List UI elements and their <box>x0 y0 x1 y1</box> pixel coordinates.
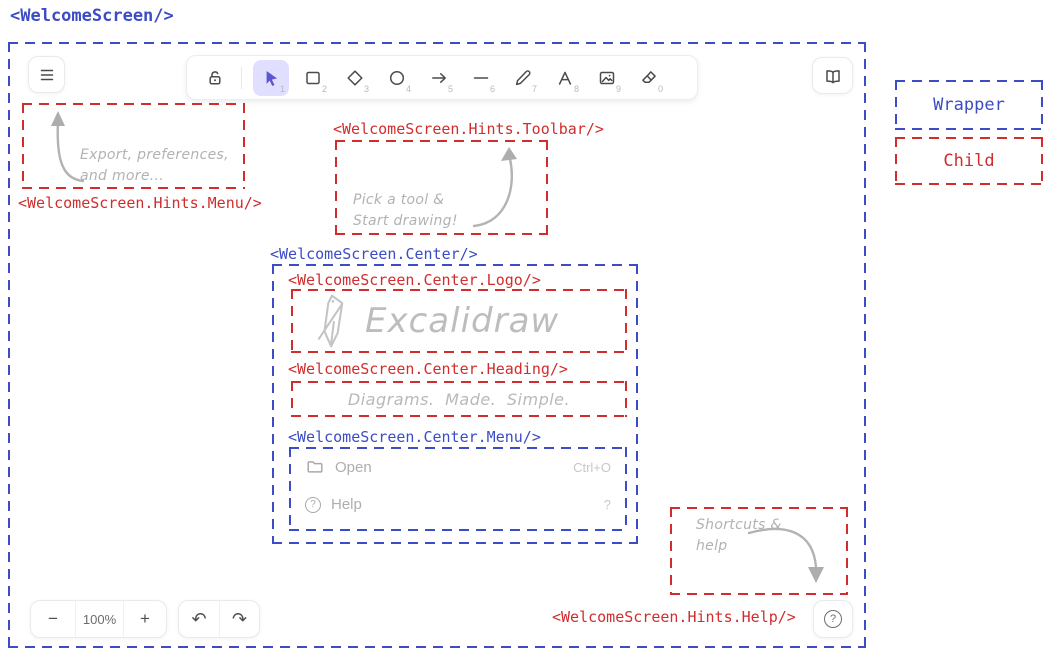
tool-badge: 9 <box>616 84 621 94</box>
redo-icon: ↷ <box>232 609 247 630</box>
center-menu-label: <WelcomeScreen.Center.Menu/> <box>288 428 541 446</box>
zoom-level-display[interactable]: 100% <box>75 601 123 637</box>
tool-badge: 4 <box>406 84 411 94</box>
tool-eraser[interactable]: 0 <box>631 60 667 96</box>
menu-item-shortcut: ? <box>604 497 611 512</box>
excalidraw-app-frame: 1 2 3 4 <box>8 42 866 648</box>
pencil-icon <box>513 68 533 88</box>
tool-diamond[interactable]: 3 <box>337 60 373 96</box>
center-logo-box: Excalidraw <box>291 289 627 353</box>
legend-child-box: Child <box>895 137 1043 185</box>
rectangle-icon <box>303 68 323 88</box>
text-tool-icon <box>555 68 575 88</box>
hints-help-box: Shortcuts & help <box>670 507 848 595</box>
logo-wordmark: Excalidraw <box>365 301 559 341</box>
undo-icon: ↶ <box>191 609 206 630</box>
hints-menu-box: Export, preferences, and more... <box>22 103 245 189</box>
welcome-screen-annotation-figure: <WelcomeScreen/> 1 <box>0 0 1053 661</box>
center-menu-box: Open Ctrl+O ? Help ? <box>289 447 627 531</box>
toolbar: 1 2 3 4 <box>186 55 698 100</box>
tool-draw[interactable]: 7 <box>505 60 541 96</box>
tool-text[interactable]: 8 <box>547 60 583 96</box>
tool-badge: 7 <box>532 84 537 94</box>
center-logo-label: <WelcomeScreen.Center.Logo/> <box>288 271 541 289</box>
tool-badge: 0 <box>658 84 663 94</box>
library-button[interactable] <box>812 57 853 94</box>
zoom-controls: − 100% + <box>30 600 167 638</box>
hand-drawn-arrow-down-icon <box>745 517 840 589</box>
tool-selection[interactable]: 1 <box>253 60 289 96</box>
hints-toolbar-box: Pick a tool & Start drawing! <box>335 140 548 235</box>
open-book-icon <box>823 66 843 86</box>
hamburger-icon <box>37 65 57 85</box>
menu-item-help[interactable]: ? Help ? <box>305 496 611 513</box>
lock-tool-button[interactable] <box>200 60 230 96</box>
plus-icon: + <box>140 609 150 629</box>
question-circle-icon: ? <box>305 497 321 513</box>
tool-rectangle[interactable]: 2 <box>295 60 331 96</box>
cursor-arrow-icon <box>261 68 281 88</box>
tool-badge: 6 <box>490 84 495 94</box>
tool-badge: 2 <box>322 84 327 94</box>
hints-menu-label: <WelcomeScreen.Hints.Menu/> <box>18 194 262 212</box>
redo-button[interactable]: ↷ <box>219 601 259 637</box>
history-controls: ↶ ↷ <box>178 600 260 638</box>
legend-wrapper-box: Wrapper <box>895 80 1043 130</box>
tool-image[interactable]: 9 <box>589 60 625 96</box>
toolbar-hint-text: Pick a tool & Start drawing! <box>353 190 458 232</box>
eraser-icon <box>639 68 659 88</box>
tool-badge: 5 <box>448 84 453 94</box>
tool-badge: 1 <box>280 84 285 94</box>
hints-toolbar-label: <WelcomeScreen.Hints.Toolbar/> <box>333 120 604 138</box>
line-icon <box>471 68 491 88</box>
menu-item-open[interactable]: Open Ctrl+O <box>305 457 611 477</box>
excalidraw-logo-icon <box>313 292 351 350</box>
hints-help-label: <WelcomeScreen.Hints.Help/> <box>552 608 796 626</box>
folder-open-icon <box>305 457 325 477</box>
minus-icon: − <box>48 609 58 629</box>
diamond-icon <box>345 68 365 88</box>
menu-hint-text: Export, preferences, and more... <box>80 145 229 187</box>
tool-ellipse[interactable]: 4 <box>379 60 415 96</box>
unlocked-padlock-icon <box>205 68 225 88</box>
menu-item-shortcut: Ctrl+O <box>573 460 611 475</box>
center-label: <WelcomeScreen.Center/> <box>270 245 478 263</box>
tool-arrow[interactable]: 5 <box>421 60 457 96</box>
image-icon <box>597 68 617 88</box>
root-component-label: <WelcomeScreen/> <box>10 6 174 26</box>
main-menu-button[interactable] <box>28 56 65 93</box>
zoom-in-button[interactable]: + <box>123 601 166 637</box>
menu-item-label: Help <box>331 496 362 513</box>
heading-text: Diagrams. Made. Simple. <box>348 390 570 409</box>
tool-badge: 3 <box>364 84 369 94</box>
undo-button[interactable]: ↶ <box>179 601 219 637</box>
legend-child-label: Child <box>943 151 994 171</box>
menu-item-label: Open <box>335 459 372 476</box>
hand-drawn-arrow-up-icon <box>470 144 530 232</box>
toolbar-divider <box>241 67 242 89</box>
center-heading-box: Diagrams. Made. Simple. <box>291 381 627 417</box>
zoom-out-button[interactable]: − <box>31 601 75 637</box>
help-button[interactable]: ? <box>813 600 853 638</box>
ellipse-icon <box>387 68 407 88</box>
center-heading-label: <WelcomeScreen.Center.Heading/> <box>288 360 568 378</box>
question-circle-icon: ? <box>824 610 842 628</box>
tool-badge: 8 <box>574 84 579 94</box>
arrow-icon <box>429 68 449 88</box>
legend-wrapper-label: Wrapper <box>933 95 1005 115</box>
center-box: <WelcomeScreen.Center.Logo/> Excalidraw … <box>272 264 638 544</box>
tool-line[interactable]: 6 <box>463 60 499 96</box>
